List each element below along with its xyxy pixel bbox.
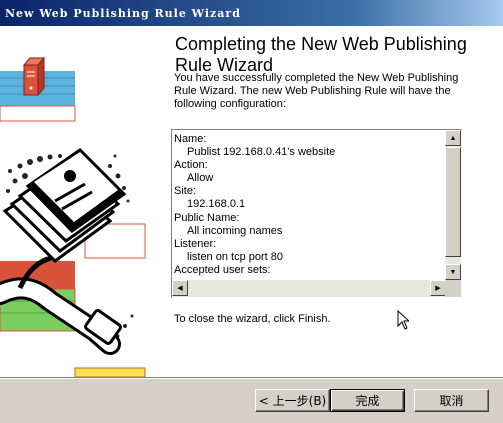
config-value-listener: listen on tcp port 80 xyxy=(187,250,284,263)
scroll-up-icon[interactable]: ▲ xyxy=(445,130,461,146)
intro-text: You have successfully completed the New … xyxy=(174,72,459,110)
vertical-scroll-thumb[interactable] xyxy=(445,147,461,257)
config-label-name: Name: xyxy=(174,133,207,145)
page-heading: Completing the New Web Publishing Rule W… xyxy=(175,34,467,75)
finish-button[interactable]: 完成 xyxy=(330,389,405,412)
window-title: New Web Publishing Rule Wizard xyxy=(5,6,241,20)
scroll-left-icon[interactable]: ◀ xyxy=(172,280,188,296)
config-value-action: Allow xyxy=(187,172,214,185)
cancel-button[interactable]: 取消 xyxy=(414,389,489,412)
horizontal-scrollbar[interactable]: ◀ ▶ xyxy=(172,280,446,297)
config-label-user-sets: Accepted user sets: xyxy=(174,263,271,276)
vertical-scrollbar[interactable]: ▲ ▼ xyxy=(445,130,461,280)
finish-instruction: To close the wizard, click Finish. xyxy=(174,313,331,325)
wizard-illustration xyxy=(0,26,162,377)
config-label-public-name: Public Name: xyxy=(174,211,240,224)
configuration-list: Name: Publist 192.168.0.41's website Act… xyxy=(172,130,446,280)
wizard-page: Completing the New Web Publishing Rule W… xyxy=(0,26,503,377)
scroll-down-icon[interactable]: ▼ xyxy=(445,264,461,280)
document-icon xyxy=(2,148,127,263)
scrollbar-corner xyxy=(445,280,461,297)
title-bar: New Web Publishing Rule Wizard xyxy=(0,0,503,26)
config-label-listener: Listener: xyxy=(174,237,217,250)
config-value-name: Publist 192.168.0.41's website xyxy=(187,146,336,159)
button-separator xyxy=(0,377,503,379)
configuration-summary[interactable]: Name: Publist 192.168.0.41's website Act… xyxy=(171,129,462,298)
config-value-site: 192.168.0.1 xyxy=(187,198,246,211)
back-button[interactable]: < 上一步(B) xyxy=(255,389,330,412)
scroll-right-icon[interactable]: ▶ xyxy=(430,280,446,296)
mouse-cursor-icon xyxy=(397,309,411,335)
server-icon xyxy=(0,56,76,122)
config-label-action: Action: xyxy=(174,159,208,172)
config-value-public-name: All incoming names xyxy=(187,224,283,237)
config-label-site: Site: xyxy=(174,185,197,198)
